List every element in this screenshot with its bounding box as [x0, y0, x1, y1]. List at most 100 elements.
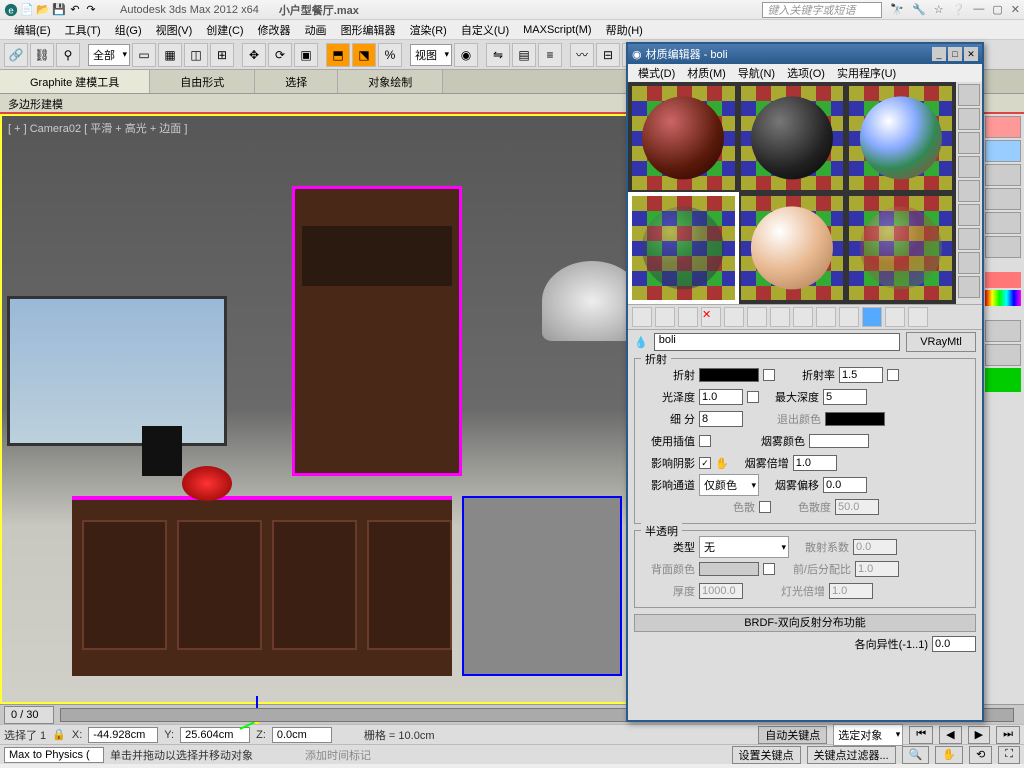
nav-orbit-icon[interactable]: ⟲ [969, 746, 992, 764]
color-swatch-green[interactable] [985, 368, 1021, 392]
sample-type-icon[interactable] [958, 84, 980, 106]
display-tab-icon[interactable] [985, 212, 1021, 234]
color-swatch[interactable] [985, 272, 1021, 288]
menu-views[interactable]: 视图(V) [150, 21, 199, 39]
play-icon[interactable]: ▶ [968, 726, 990, 744]
material-id-icon[interactable] [793, 307, 813, 327]
exitcolor-swatch[interactable] [825, 412, 885, 426]
bind-icon[interactable]: ⚲ [56, 43, 80, 67]
make-copy-icon[interactable] [724, 307, 744, 327]
interp-checkbox[interactable] [699, 435, 711, 447]
aniso-spinner[interactable]: 0.0 [932, 636, 976, 652]
show-end-icon[interactable] [839, 307, 859, 327]
undo-icon[interactable]: ↶ [68, 3, 82, 17]
material-slot-3[interactable] [847, 84, 954, 192]
ior-spinner[interactable]: 1.5 [839, 367, 883, 383]
mat-menu-mode[interactable]: 模式(D) [634, 64, 679, 82]
ribbon-tab-selection[interactable]: 选择 [255, 70, 338, 93]
keyfilter-button[interactable]: 关键点过滤器... [807, 746, 896, 764]
close-icon[interactable]: ✕ [964, 47, 978, 61]
ribbon-tab-paint[interactable]: 对象绘制 [338, 70, 443, 93]
fogmult-spinner[interactable]: 1.0 [793, 455, 837, 471]
material-slot-2[interactable] [739, 84, 846, 192]
viewport-label[interactable]: [ + ] Camera02 [ 平滑 + 高光 + 边面 ] [8, 120, 187, 136]
align-icon[interactable]: ▤ [512, 43, 536, 67]
snap-toggle-icon[interactable]: ⬒ [326, 43, 350, 67]
background-icon[interactable] [958, 132, 980, 154]
ior-map-checkbox[interactable] [887, 369, 899, 381]
nav-max-icon[interactable]: ⛶ [998, 746, 1020, 764]
preview-icon[interactable] [958, 204, 980, 226]
brdf-rollout-button[interactable]: BRDF-双向反射分布功能 [634, 614, 976, 632]
make-unique-icon[interactable] [747, 307, 767, 327]
get-material-icon[interactable] [632, 307, 652, 327]
time-tag-label[interactable]: 添加时间标记 [305, 747, 371, 763]
minimize-icon[interactable]: — [973, 3, 984, 16]
material-type-button[interactable]: VRayMtl [906, 332, 976, 352]
panel-button[interactable] [985, 320, 1021, 342]
play-back-icon[interactable]: ◀ [939, 726, 961, 744]
select-by-mat-icon[interactable] [958, 252, 980, 274]
setkey-button[interactable]: 设置关键点 [732, 746, 801, 764]
scale-icon[interactable]: ▣ [294, 43, 318, 67]
x-coord-input[interactable]: -44.928cm [88, 727, 158, 743]
mirror-icon[interactable]: ⇋ [486, 43, 510, 67]
go-forward-icon[interactable] [908, 307, 928, 327]
motion-tab-icon[interactable] [985, 188, 1021, 210]
menu-edit[interactable]: 编辑(E) [8, 21, 57, 39]
rotate-icon[interactable]: ⟳ [268, 43, 292, 67]
reset-icon[interactable]: ✕ [701, 307, 721, 327]
menu-maxscript[interactable]: MAXScript(M) [517, 23, 597, 37]
ref-coord-dropdown[interactable]: 视图 [410, 44, 452, 66]
options-icon[interactable] [958, 228, 980, 250]
mat-map-nav-icon[interactable] [958, 276, 980, 298]
percent-snap-icon[interactable]: % [378, 43, 402, 67]
nav-zoom-icon[interactable]: 🔍 [902, 746, 930, 764]
save-icon[interactable]: 💾 [52, 3, 66, 17]
material-slot-6[interactable] [847, 194, 954, 302]
fogbias-spinner[interactable]: 0.0 [823, 477, 867, 493]
curve-editor-icon[interactable]: 〰 [570, 43, 594, 67]
menu-customize[interactable]: 自定义(U) [455, 21, 515, 39]
select-region-icon[interactable]: ◫ [184, 43, 208, 67]
select-name-icon[interactable]: ▦ [158, 43, 182, 67]
shadow-checkbox[interactable]: ✓ [699, 457, 711, 469]
put-to-lib-icon[interactable] [770, 307, 790, 327]
select-icon[interactable]: ▭ [132, 43, 156, 67]
mat-menu-material[interactable]: 材质(M) [683, 64, 730, 82]
assign-icon[interactable] [678, 307, 698, 327]
pivot-icon[interactable]: ◉ [454, 43, 478, 67]
go-sibling-icon[interactable] [885, 307, 905, 327]
maxdepth-spinner[interactable]: 5 [823, 389, 867, 405]
star-icon[interactable]: ☆ [934, 3, 944, 16]
fogcolor-swatch[interactable] [809, 434, 869, 448]
eyedropper-icon[interactable]: 💧 [634, 336, 648, 349]
video-check-icon[interactable] [958, 180, 980, 202]
menu-tools[interactable]: 工具(T) [59, 21, 107, 39]
maximize-icon[interactable]: □ [948, 47, 962, 61]
angle-snap-icon[interactable]: ⬔ [352, 43, 376, 67]
material-slot-5[interactable] [739, 194, 846, 302]
backlight-icon[interactable] [958, 108, 980, 130]
menu-grapheditor[interactable]: 图形编辑器 [335, 21, 402, 39]
unlink-icon[interactable]: ⛓ [30, 43, 54, 67]
play-prev-icon[interactable]: ⏮ [909, 726, 933, 744]
play-next-icon[interactable]: ⏭ [996, 726, 1020, 744]
refract-map-checkbox[interactable] [763, 369, 775, 381]
disp-checkbox[interactable] [759, 501, 771, 513]
nav-pan-icon[interactable]: ✋ [935, 746, 963, 764]
create-tab-icon[interactable] [985, 116, 1021, 138]
utilities-tab-icon[interactable] [985, 236, 1021, 258]
mat-menu-navigation[interactable]: 导航(N) [734, 64, 779, 82]
selection-filter-dropdown[interactable]: 全部 [88, 44, 130, 66]
refract-color-swatch[interactable] [699, 368, 759, 382]
menu-modifiers[interactable]: 修改器 [252, 21, 297, 39]
color-spectrum[interactable] [985, 290, 1021, 306]
binoculars-icon[interactable]: 🔭 [890, 3, 904, 16]
sample-uv-icon[interactable] [958, 156, 980, 178]
menu-group[interactable]: 组(G) [109, 21, 148, 39]
back-checkbox[interactable] [763, 563, 775, 575]
minimize-icon[interactable]: _ [932, 47, 946, 61]
window-crossing-icon[interactable]: ⊞ [210, 43, 234, 67]
search-input[interactable]: 键入关键字或短语 [762, 2, 882, 18]
